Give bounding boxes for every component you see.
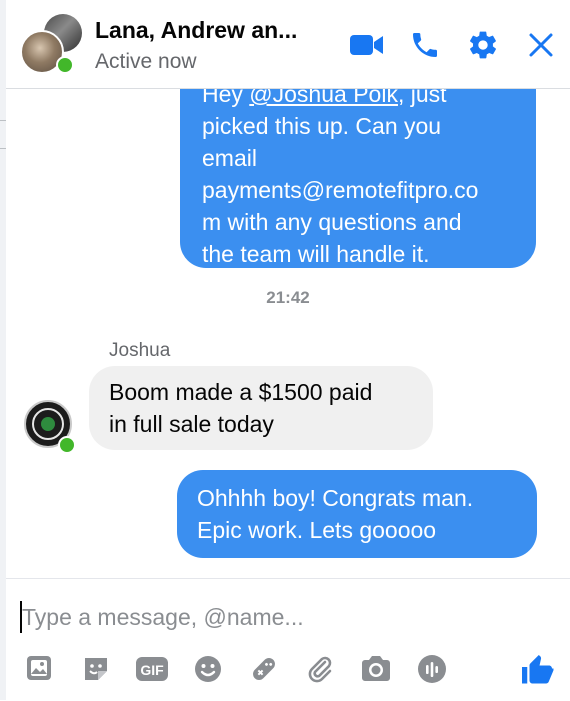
emoji-icon[interactable]: [190, 651, 226, 687]
active-status: Active now: [95, 50, 197, 73]
message-line: picked this up. Can you: [202, 113, 442, 139]
sticker-icon[interactable]: [78, 651, 114, 687]
gif-icon[interactable]: GIF: [134, 651, 170, 687]
message-line: email: [202, 145, 257, 171]
message-line: Epic work. Lets gooooo: [197, 517, 437, 543]
thumbs-up-icon[interactable]: [518, 651, 556, 689]
message-line: m with any questions and: [202, 209, 462, 235]
message-line: the team will handle it.: [202, 241, 430, 267]
text-caret: [20, 601, 22, 633]
gear-icon[interactable]: [464, 26, 502, 64]
mention-link[interactable]: @Joshua Polk: [249, 88, 398, 107]
audio-clip-icon[interactable]: [414, 651, 450, 687]
svg-text:GIF: GIF: [140, 662, 164, 678]
message-line: Boom made a $1500 paid: [109, 379, 373, 405]
video-camera-icon[interactable]: [348, 26, 386, 64]
message-line: payments@remotefitpro.co: [202, 177, 479, 203]
image-icon[interactable]: [22, 651, 58, 687]
composer-toolbar: GIF: [22, 651, 450, 687]
header-actions: [348, 26, 560, 64]
message-timestamp: 21:42: [266, 288, 310, 307]
message-line: Hey @Joshua Polk, just: [202, 88, 518, 110]
camera-icon[interactable]: [358, 651, 394, 687]
sender-name: Joshua: [109, 340, 171, 361]
message-input[interactable]: [20, 599, 542, 635]
message-composer: GIF: [6, 578, 570, 701]
outgoing-message-bubble[interactable]: Ohhhh boy! Congrats man. Epic work. Lets…: [177, 470, 537, 558]
chat-window: Lana, Andrew an... Active now Hey @Joshu…: [6, 0, 570, 701]
message-line: Ohhhh boy! Congrats man.: [197, 485, 474, 511]
phone-icon[interactable]: [406, 26, 444, 64]
avatar-emblem: [41, 417, 55, 431]
message-line: in full sale today: [109, 411, 274, 437]
conversation-title[interactable]: Lana, Andrew an...: [95, 17, 297, 44]
group-avatar[interactable]: [20, 14, 84, 74]
online-indicator: [56, 56, 74, 74]
online-indicator: [58, 436, 76, 454]
chat-header[interactable]: Lana, Andrew an... Active now: [6, 0, 570, 89]
game-controller-icon[interactable]: [246, 651, 282, 687]
message-list[interactable]: Hey @Joshua Polk, just picked this up. C…: [6, 88, 570, 578]
outgoing-message-bubble[interactable]: Hey @Joshua Polk, just picked this up. C…: [180, 88, 536, 268]
paperclip-icon[interactable]: [302, 651, 338, 687]
close-icon[interactable]: [522, 26, 560, 64]
incoming-message-bubble[interactable]: Boom made a $1500 paid in full sale toda…: [89, 366, 433, 450]
